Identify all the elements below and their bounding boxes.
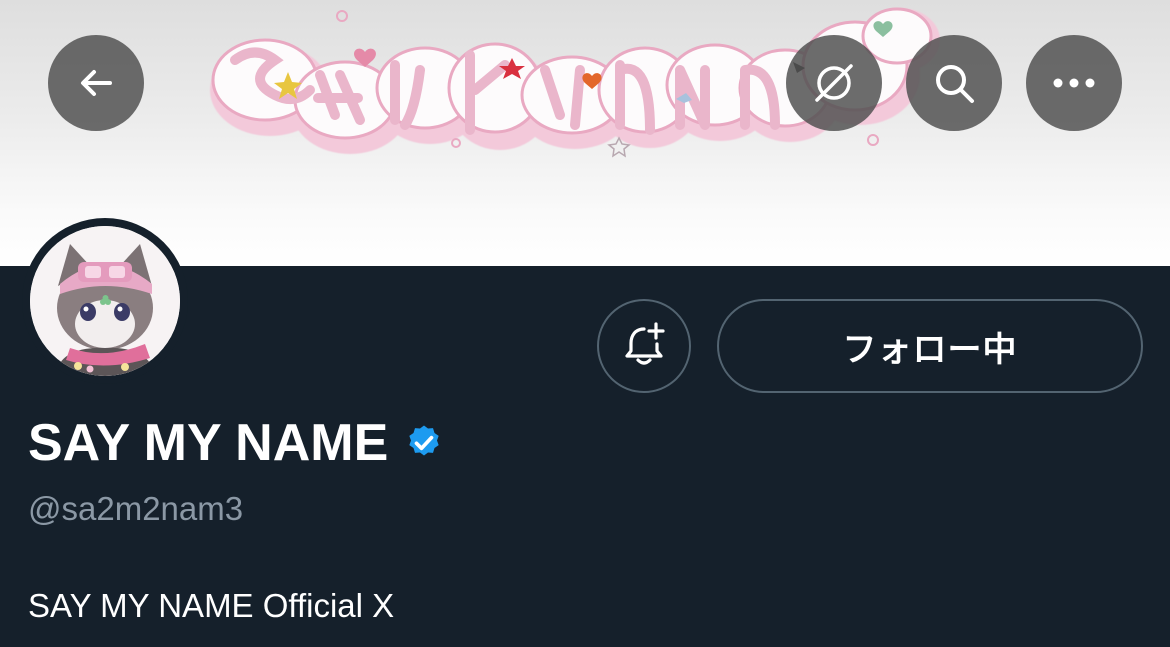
back-button[interactable] bbox=[48, 35, 144, 131]
profile-handle: @sa2m2nam3 bbox=[28, 490, 244, 527]
banner-logo-art bbox=[210, 7, 940, 158]
avatar-image bbox=[30, 226, 180, 376]
grok-icon bbox=[811, 60, 857, 106]
avatar[interactable] bbox=[22, 218, 188, 384]
search-button[interactable] bbox=[906, 35, 1002, 131]
search-icon bbox=[931, 60, 977, 106]
following-button[interactable]: フォロー中 bbox=[717, 299, 1143, 393]
more-options-button[interactable] bbox=[1026, 35, 1122, 131]
more-horizontal-icon bbox=[1051, 76, 1097, 90]
display-name: SAY MY NAME bbox=[28, 414, 389, 472]
grok-button[interactable] bbox=[786, 35, 882, 131]
bell-plus-icon bbox=[620, 320, 668, 373]
profile-banner[interactable] bbox=[0, 0, 1170, 266]
profile-display-name-row: SAY MY NAME bbox=[28, 408, 444, 478]
following-button-label: フォロー中 bbox=[842, 329, 1018, 370]
verified-badge-icon[interactable] bbox=[404, 423, 444, 463]
arrow-left-icon bbox=[76, 63, 116, 103]
profile-bio: SAY MY NAME Official X bbox=[28, 587, 395, 624]
notifications-button[interactable] bbox=[597, 299, 691, 393]
